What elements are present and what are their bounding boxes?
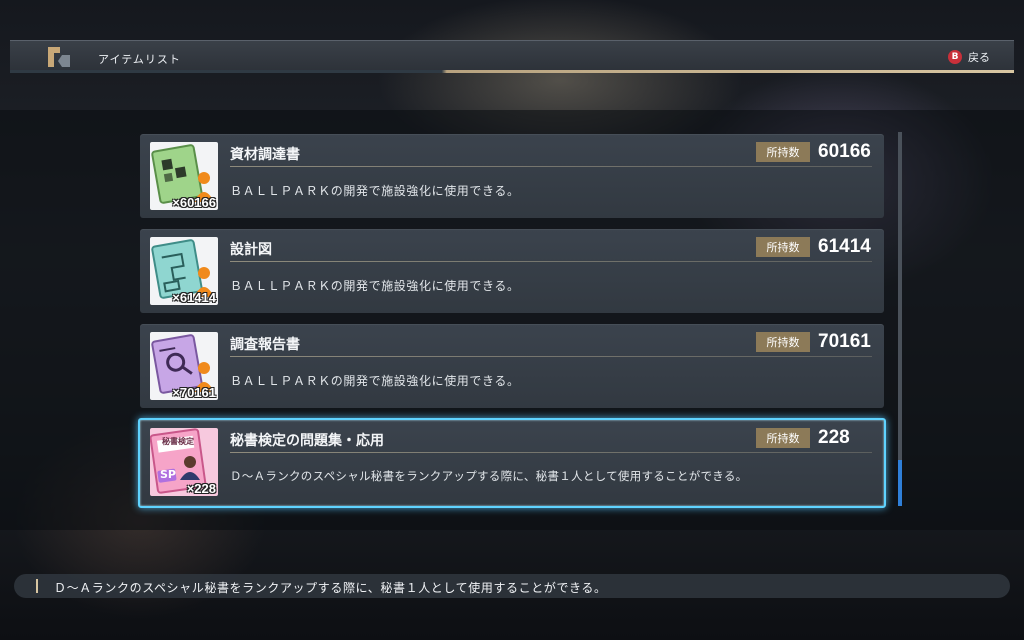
footer-description: Ｄ～Ａランクのスペシャル秘書をランクアップする際に、秘書１人として使用することが… (54, 581, 607, 595)
owned-label-badge: 所持数 (756, 142, 810, 162)
footer-accent-bar (36, 579, 38, 593)
owned-label-badge: 所持数 (756, 428, 810, 448)
item-name: 調査報告書 (230, 337, 300, 353)
item-name: 秘書検定の問題集・応用 (230, 433, 384, 449)
thumb-quantity: ×61414 (172, 290, 216, 305)
list-item[interactable]: ×70161 調査報告書 所持数 70161 ＢＡＬＬＰＡＲＫの開発で施設強化に… (140, 324, 884, 408)
thumb-quantity: ×228 (186, 481, 216, 496)
owned-count: 61414 (818, 236, 871, 257)
owned-count: 228 (818, 427, 850, 448)
divider (230, 166, 872, 167)
item-description: Ｄ～Ａランクのスペシャル秘書をランクアップする際に、秘書１人として使用することが… (230, 469, 748, 483)
back-button[interactable]: B 戻る (948, 47, 990, 67)
b-button-icon: B (948, 50, 962, 64)
secretary-exam-book-icon: 秘書検定 SP ×228 (150, 428, 218, 496)
item-name: 設計図 (230, 242, 272, 258)
owned-count: 60166 (818, 141, 871, 162)
blueprint-icon: ×61414 (150, 237, 218, 305)
page-title: アイテムリスト (98, 53, 181, 66)
scrollbar-thumb[interactable] (898, 460, 902, 506)
description-footer: Ｄ～Ａランクのスペシャル秘書をランクアップする際に、秘書１人として使用することが… (14, 574, 1010, 598)
back-label: 戻る (968, 51, 990, 64)
list-item[interactable]: ×60166 資材調達書 所持数 60166 ＢＡＬＬＰＡＲＫの開発で施設強化に… (140, 134, 884, 218)
item-description: ＢＡＬＬＰＡＲＫの開発で施設強化に使用できる。 (230, 374, 520, 388)
owned-label-badge: 所持数 (756, 332, 810, 352)
item-name: 資材調達書 (230, 147, 300, 163)
menu-logo-icon (46, 45, 72, 69)
item-description: ＢＡＬＬＰＡＲＫの開発で施設強化に使用できる。 (230, 279, 520, 293)
divider (230, 261, 872, 262)
thumb-quantity: ×70161 (172, 385, 216, 400)
top-bar: アイテムリスト B 戻る (10, 40, 1014, 73)
list-item-selected[interactable]: 秘書検定 SP ×228 秘書検定の問題集・応用 所持数 228 Ｄ～Ａランクの… (138, 418, 886, 508)
list-item[interactable]: ×61414 設計図 所持数 61414 ＢＡＬＬＰＡＲＫの開発で施設強化に使用… (140, 229, 884, 313)
owned-count: 70161 (818, 331, 871, 352)
thumb-quantity: ×60166 (172, 195, 216, 210)
header-progress-line (10, 70, 1014, 73)
divider (230, 356, 872, 357)
owned-label-badge: 所持数 (756, 237, 810, 257)
item-description: ＢＡＬＬＰＡＲＫの開発で施設強化に使用できる。 (230, 184, 520, 198)
divider (230, 452, 872, 453)
sp-badge: SP (160, 468, 176, 481)
thumb-book-title: 秘書検定 (162, 437, 194, 446)
survey-report-icon: ×70161 (150, 332, 218, 400)
scrollbar-track[interactable] (898, 132, 902, 506)
materials-document-icon: ×60166 (150, 142, 218, 210)
